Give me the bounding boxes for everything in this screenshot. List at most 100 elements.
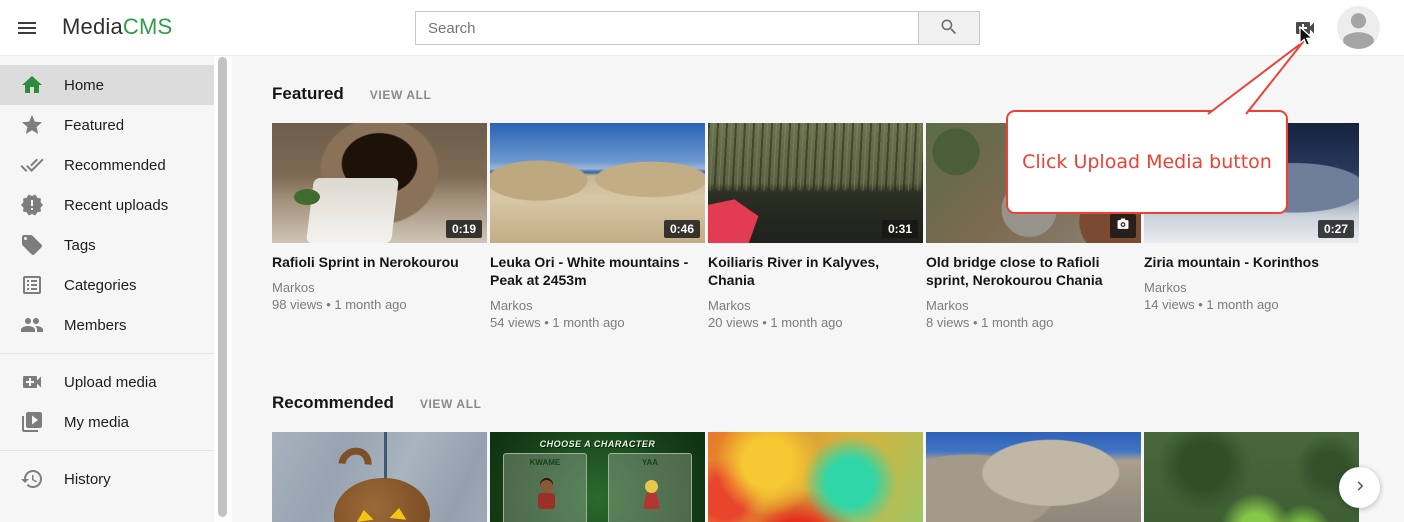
categories-icon — [20, 273, 44, 297]
sidebar-item-label: Tags — [64, 237, 96, 254]
sidebar-item-label: Home — [64, 77, 104, 94]
menu-icon[interactable] — [15, 16, 39, 40]
video-thumbnail[interactable] — [708, 432, 923, 522]
duration-badge: 0:31 — [882, 220, 918, 238]
sidebar-divider — [0, 353, 214, 354]
media-title[interactable]: Rafioli Sprint in Nerokourou — [272, 253, 487, 271]
video-thumbnail[interactable] — [926, 432, 1141, 522]
media-meta: 20 views • 1 month ago — [708, 314, 923, 331]
media-card[interactable] — [272, 432, 487, 522]
video-thumbnail[interactable] — [272, 432, 487, 522]
sidebar-item-recent-uploads[interactable]: Recent uploads — [0, 185, 214, 225]
logo-media-text: Media — [62, 14, 123, 39]
game-character-name: YAA — [609, 458, 691, 467]
sidebar-item-tags[interactable]: Tags — [0, 225, 214, 265]
upload-media-icon — [20, 370, 44, 394]
sidebar-item-label: Featured — [64, 117, 124, 134]
media-card[interactable]: 0:46 Leuka Ori - White mountains - Peak … — [490, 123, 705, 331]
home-icon — [20, 73, 44, 97]
duration-badge: 0:19 — [446, 220, 482, 238]
person-icon — [1337, 36, 1380, 49]
section-title: Featured — [272, 84, 344, 104]
recommended-view-all-link[interactable]: VIEW ALL — [420, 397, 482, 411]
sidebar-item-my-media[interactable]: My media — [0, 402, 214, 442]
featured-view-all-link[interactable]: VIEW ALL — [370, 88, 432, 102]
video-thumbnail[interactable]: CHOOSE A CHARACTER KWAME YAA Selected Se… — [490, 432, 705, 522]
search-icon — [939, 17, 959, 40]
members-icon — [20, 313, 44, 337]
logo-cms-text: CMS — [123, 14, 173, 39]
recommended-section: Recommended VIEW ALL CHOOSE A CHARACTER … — [272, 393, 1404, 522]
carousel-next-button[interactable] — [1339, 467, 1380, 508]
media-card[interactable]: CHOOSE A CHARACTER KWAME YAA Selected Se… — [490, 432, 705, 522]
new-releases-icon — [20, 193, 44, 217]
annotation-callout: Click Upload Media button — [1006, 110, 1288, 214]
media-author[interactable]: Markos — [1144, 279, 1359, 296]
media-author[interactable]: Markos — [926, 297, 1141, 314]
media-card[interactable]: 0:19 Rafioli Sprint in Nerokourou Markos… — [272, 123, 487, 331]
duration-badge: 0:46 — [664, 220, 700, 238]
media-title[interactable]: Ziria mountain - Korinthos — [1144, 253, 1359, 271]
media-author[interactable]: Markos — [272, 279, 487, 296]
mouse-cursor — [1297, 26, 1317, 48]
sidebar-scrollbar-thumb[interactable] — [218, 57, 227, 517]
sidebar-divider — [0, 450, 214, 451]
sidebar-item-history[interactable]: History — [0, 459, 214, 499]
star-icon — [20, 113, 44, 137]
history-icon — [20, 467, 44, 491]
pumpkin-shape — [330, 473, 433, 522]
video-thumbnail[interactable]: 0:31 — [708, 123, 923, 243]
sidebar-item-recommended[interactable]: Recommended — [0, 145, 214, 185]
sidebar: Home Featured Recommended Recent uploads… — [0, 56, 214, 522]
sidebar-item-label: History — [64, 471, 111, 488]
media-author[interactable]: Markos — [708, 297, 923, 314]
media-card[interactable] — [1144, 432, 1359, 522]
media-card[interactable]: 0:31 Koiliaris River in Kalyves, Chania … — [708, 123, 923, 331]
media-meta: 54 views • 1 month ago — [490, 314, 705, 331]
game-heading-text: CHOOSE A CHARACTER — [490, 439, 705, 449]
tag-icon — [20, 233, 44, 257]
sidebar-item-label: My media — [64, 414, 129, 431]
sidebar-item-home[interactable]: Home — [0, 65, 214, 105]
media-card[interactable] — [926, 432, 1141, 522]
video-thumbnail[interactable]: 0:19 — [272, 123, 487, 243]
search-input[interactable] — [415, 11, 918, 45]
media-meta: 98 views • 1 month ago — [272, 296, 487, 313]
annotation-pointer — [1190, 36, 1315, 118]
thumbnail-art — [306, 178, 399, 243]
media-title[interactable]: Koiliaris River in Kalyves, Chania — [708, 253, 923, 289]
section-title: Recommended — [272, 393, 394, 413]
video-thumbnail[interactable]: 0:46 — [490, 123, 705, 243]
media-title[interactable]: Old bridge close to Rafioli sprint, Nero… — [926, 253, 1141, 289]
game-character-panel: KWAME — [503, 453, 587, 522]
my-media-icon — [20, 410, 44, 434]
thumbnail-art — [538, 493, 555, 509]
video-thumbnail[interactable] — [1144, 432, 1359, 522]
search-button[interactable] — [918, 11, 980, 45]
game-character-panel: YAA — [608, 453, 692, 522]
camera-icon — [1116, 217, 1130, 235]
image-media-badge — [1110, 214, 1136, 238]
thumbnail-art — [708, 123, 923, 191]
annotation-text: Click Upload Media button — [1022, 151, 1272, 173]
sidebar-item-categories[interactable]: Categories — [0, 265, 214, 305]
sidebar-item-featured[interactable]: Featured — [0, 105, 214, 145]
sidebar-item-upload-media[interactable]: Upload media — [0, 362, 214, 402]
media-author[interactable]: Markos — [490, 297, 705, 314]
chevron-right-icon — [1351, 477, 1369, 498]
media-title[interactable]: Leuka Ori - White mountains - Peak at 24… — [490, 253, 705, 289]
kayak-shape — [708, 187, 828, 243]
sidebar-item-label: Recent uploads — [64, 197, 168, 214]
sidebar-item-members[interactable]: Members — [0, 305, 214, 345]
thumbnail-art — [645, 480, 658, 493]
game-character-name: KWAME — [504, 458, 586, 467]
double-check-icon — [20, 153, 44, 177]
sidebar-item-label: Upload media — [64, 374, 157, 391]
media-meta: 14 views • 1 month ago — [1144, 296, 1359, 313]
thumbnail-art — [540, 480, 553, 493]
thumbnail-art — [643, 493, 660, 509]
media-meta: 8 views • 1 month ago — [926, 314, 1141, 331]
user-avatar[interactable] — [1337, 6, 1380, 49]
media-card[interactable] — [708, 432, 923, 522]
app-logo[interactable]: MediaCMS — [62, 14, 172, 40]
